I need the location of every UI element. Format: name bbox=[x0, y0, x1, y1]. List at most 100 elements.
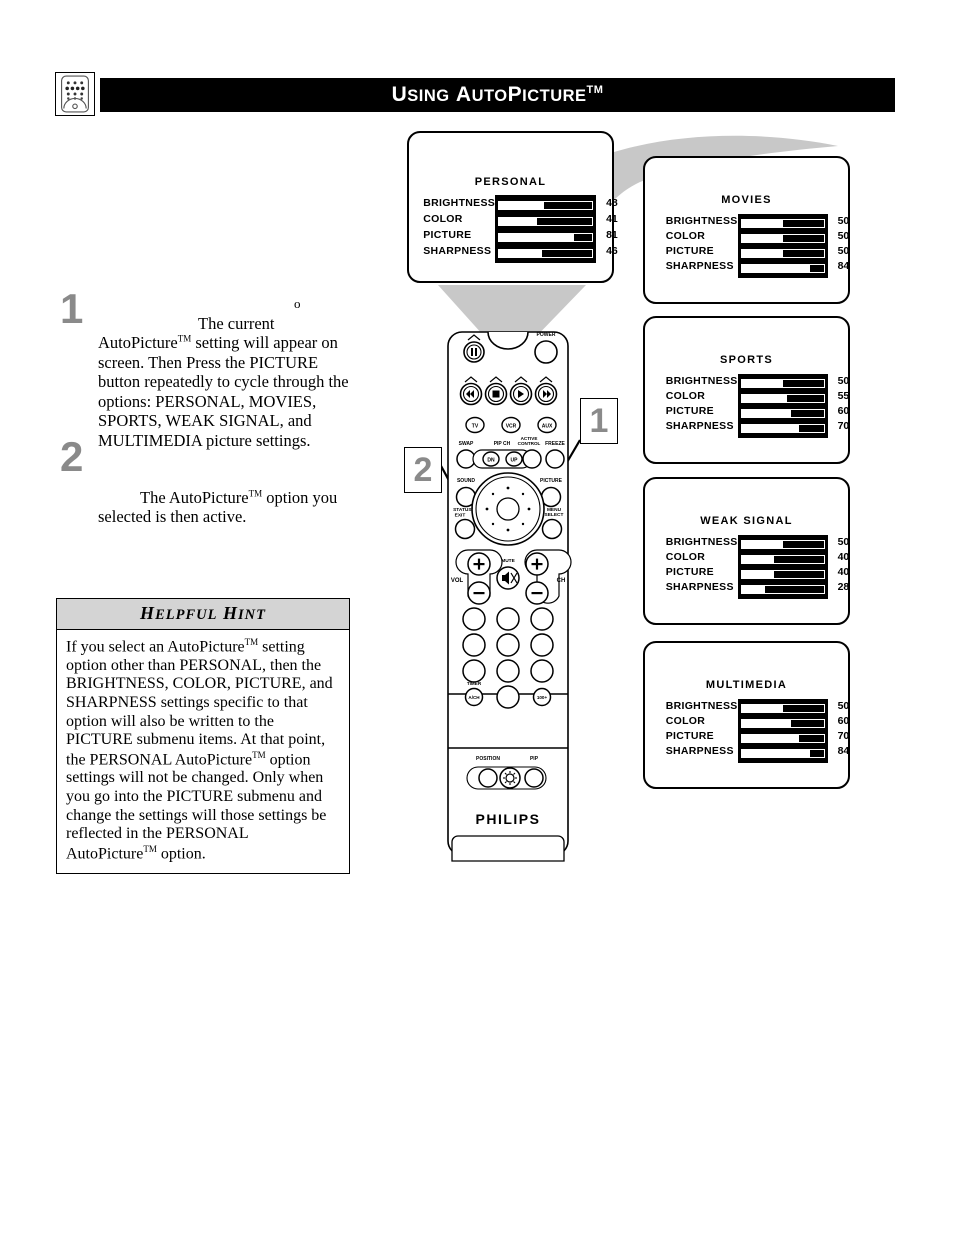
bar-row-picture bbox=[740, 731, 825, 746]
menu-label-picture: PICTURE bbox=[665, 566, 714, 579]
freeze-button[interactable] bbox=[545, 449, 565, 469]
menu-select-button[interactable] bbox=[541, 518, 563, 540]
status-exit-button[interactable] bbox=[454, 518, 476, 540]
pip-ch-up-button[interactable]: UP bbox=[505, 451, 523, 467]
step-2-text: The AutoPictureTM option you selected is… bbox=[56, 444, 356, 527]
menu-label-color: COLOR bbox=[665, 715, 706, 728]
brightness-button[interactable] bbox=[499, 767, 521, 789]
vol-label: VOL bbox=[451, 578, 464, 584]
menu-title-personal: PERSONAL bbox=[474, 176, 547, 188]
mute-button[interactable] bbox=[496, 566, 520, 590]
power-button[interactable] bbox=[534, 340, 558, 364]
menu-value-sharpness: 46 bbox=[606, 244, 618, 257]
key-9[interactable] bbox=[530, 659, 554, 683]
step-2-text-content: The AutoPictureTM option you selected is… bbox=[98, 488, 338, 527]
a-ch-button[interactable]: A/CH bbox=[464, 687, 484, 707]
key-1[interactable] bbox=[462, 607, 486, 631]
step-1-text-content: The current AutoPictureTM setting will a… bbox=[98, 314, 349, 450]
key-8[interactable] bbox=[496, 659, 520, 683]
key-6[interactable] bbox=[530, 633, 554, 657]
key-5[interactable] bbox=[496, 633, 520, 657]
volume-up-button[interactable] bbox=[467, 552, 491, 576]
menu-value-brightness: 48 bbox=[606, 196, 618, 209]
menu-value-color: 50 bbox=[837, 230, 850, 243]
pip-ch-down-button[interactable]: DN bbox=[482, 451, 500, 467]
channel-down-button[interactable] bbox=[525, 581, 549, 605]
remote-control-icon bbox=[55, 72, 95, 116]
menu-values: 50 50 50 84 bbox=[828, 214, 850, 274]
status-exit-label-1: STATUS/ bbox=[453, 507, 473, 513]
menu-label-picture: PICTURE bbox=[665, 405, 714, 418]
menu-label-brightness: BRIGHTNESS bbox=[665, 375, 738, 388]
key-7[interactable] bbox=[462, 659, 486, 683]
menu-bars bbox=[737, 374, 828, 438]
tv-screen-sports: SPORTS BRIGHTNESS COLOR PICTURE SHARPNES… bbox=[643, 316, 850, 464]
hundred-plus-button[interactable]: 100+ bbox=[532, 687, 552, 707]
position-label: POSITION bbox=[476, 756, 500, 762]
aux-label: AUX bbox=[542, 424, 553, 430]
step-2-number: 2 bbox=[60, 433, 84, 480]
a-ch-label: A/CH bbox=[468, 695, 480, 700]
key-2[interactable] bbox=[496, 607, 520, 631]
helpful-hint-box: HELPFUL HINT If you select an AutoPictur… bbox=[56, 598, 350, 874]
bar-row-color bbox=[740, 391, 825, 406]
bar-row-color bbox=[740, 552, 825, 567]
bar-row-picture bbox=[740, 567, 825, 582]
menu-value-picture: 60 bbox=[837, 405, 850, 418]
position-button[interactable] bbox=[478, 768, 498, 788]
menu-value-brightness: 50 bbox=[837, 700, 850, 713]
callout-1: 1 bbox=[580, 398, 618, 444]
menu-values: 50 40 40 28 bbox=[828, 535, 850, 595]
menu-values: 50 60 70 84 bbox=[828, 699, 850, 759]
menu-label-color: COLOR bbox=[423, 212, 463, 225]
menu-label-picture: PICTURE bbox=[423, 228, 472, 241]
menu-label-sharpness: SHARPNESS bbox=[665, 260, 734, 273]
menu-value-sharpness: 70 bbox=[837, 420, 850, 433]
battery-door bbox=[451, 835, 565, 862]
step-1-number: 1 bbox=[60, 285, 84, 332]
bar-row-brightness bbox=[740, 701, 825, 716]
bar-row-picture bbox=[740, 406, 825, 421]
menu-label-color: COLOR bbox=[665, 390, 706, 403]
active-control-button[interactable] bbox=[522, 449, 542, 469]
channel-up-button[interactable] bbox=[525, 552, 549, 576]
aux-button[interactable]: AUX bbox=[537, 416, 557, 434]
helpful-hint-text: If you select an AutoPictureTM setting o… bbox=[66, 637, 333, 862]
key-3[interactable] bbox=[530, 607, 554, 631]
vcr-label: VCR bbox=[506, 424, 517, 430]
pip-ch-label: PIP CH bbox=[494, 441, 511, 447]
sound-label: SOUND bbox=[457, 478, 475, 484]
menu-bars bbox=[737, 699, 828, 763]
menu-bars bbox=[737, 214, 828, 278]
bar-row-brightness bbox=[740, 216, 825, 231]
tv-screen-personal: PERSONAL BRIGHTNESS COLOR PICTURE SHARPN… bbox=[407, 131, 618, 283]
tv-button[interactable]: TV bbox=[465, 416, 485, 434]
remote-control-illustration: POWER TV VCR AUX SWAP PIP CH ACTIVE CONT… bbox=[444, 312, 572, 862]
menu-table-multimedia: BRIGHTNESS COLOR PICTURE SHARPNESS 50 60… bbox=[645, 699, 850, 763]
menu-labels: BRIGHTNESS COLOR PICTURE SHARPNESS bbox=[423, 195, 495, 259]
menu-table-weak-signal: BRIGHTNESS COLOR PICTURE SHARPNESS 50 40… bbox=[645, 535, 850, 599]
volume-down-button[interactable] bbox=[467, 581, 491, 605]
active-control-label-2: CONTROL bbox=[518, 441, 541, 446]
menu-value-picture: 81 bbox=[606, 228, 618, 241]
menu-value-brightness: 50 bbox=[837, 536, 850, 549]
menu-label-sharpness: SHARPNESS bbox=[665, 581, 734, 594]
header-banner: USING AUTOPICTURETM bbox=[100, 78, 895, 112]
menu-value-brightness: 50 bbox=[837, 375, 850, 388]
bar-row-picture bbox=[498, 229, 594, 245]
menu-label-color: COLOR bbox=[665, 230, 706, 243]
step-2: 2 The AutoPictureTM option you selected … bbox=[56, 436, 356, 527]
menu-values: 48 41 81 46 bbox=[596, 195, 618, 259]
key-4[interactable] bbox=[462, 633, 486, 657]
mute-label: MUTE bbox=[501, 558, 515, 564]
menu-label-picture: PICTURE bbox=[665, 245, 714, 258]
pip-button[interactable] bbox=[524, 768, 544, 788]
menu-bars bbox=[737, 535, 828, 599]
swap-button[interactable] bbox=[456, 449, 476, 469]
navigation-disc[interactable] bbox=[471, 472, 545, 546]
vcr-button[interactable]: VCR bbox=[501, 416, 521, 434]
menu-value-sharpness: 84 bbox=[837, 745, 850, 758]
key-0[interactable] bbox=[496, 685, 520, 709]
menu-labels: BRIGHTNESS COLOR PICTURE SHARPNESS bbox=[666, 214, 738, 274]
numeric-keypad bbox=[462, 607, 554, 683]
